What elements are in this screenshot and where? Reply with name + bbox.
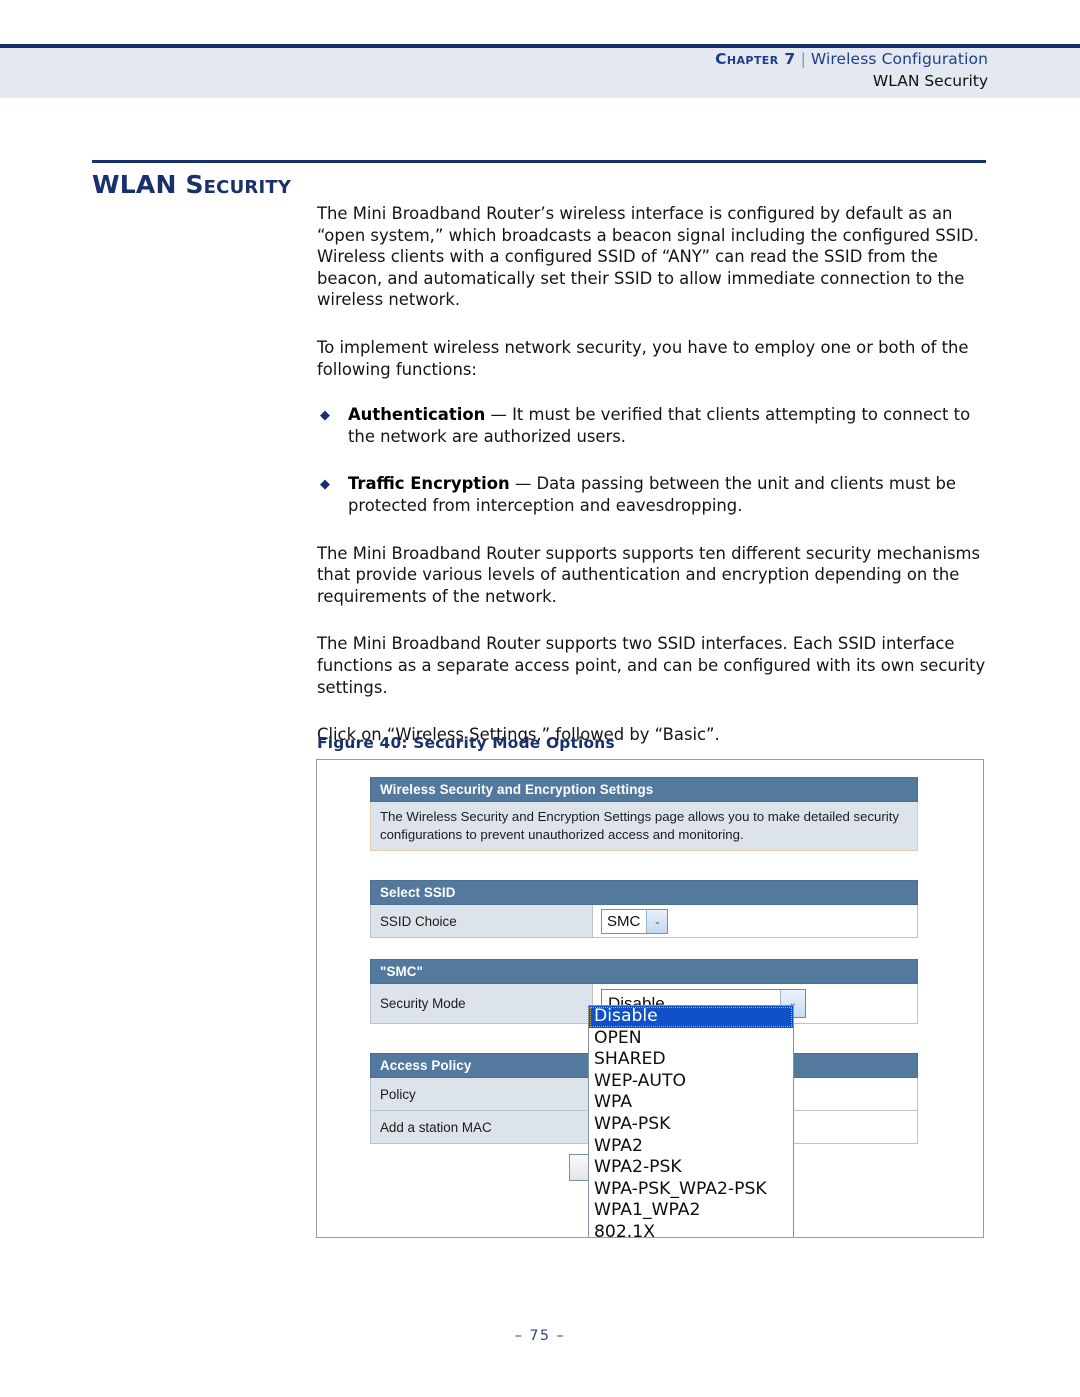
paragraph-1: The Mini Broadband Router’s wireless int… xyxy=(317,204,979,310)
ssid-choice-label: SSID Choice xyxy=(370,905,593,938)
dropdown-option[interactable]: WEP-AUTO xyxy=(589,1071,793,1093)
figure-frame: Wireless Security and Encryption Setting… xyxy=(316,759,984,1238)
section-title-rule xyxy=(92,160,986,163)
dropdown-option[interactable]: WPA2-PSK xyxy=(589,1157,793,1179)
smc-section-bar: "SMC" xyxy=(370,959,918,984)
ssid-choice-selected-value: SMC xyxy=(607,912,641,930)
figure-caption: Figure 40: Security Mode Options xyxy=(317,734,615,752)
diamond-bullet-icon: ◆ xyxy=(320,408,330,424)
ssid-choice-select[interactable]: SMC ⌄ xyxy=(601,908,669,934)
bullet-item-traffic-encryption: ◆ Traffic Encryption — Data passing betwe… xyxy=(317,473,989,516)
add-station-mac-label: Add a station MAC xyxy=(370,1111,593,1144)
bullet-term-traffic-encryption: Traffic Encryption xyxy=(348,474,510,494)
select-ssid-bar: Select SSID xyxy=(370,880,918,905)
page-title: WLAN Security xyxy=(92,170,292,199)
dropdown-option[interactable]: WPA1_WPA2 xyxy=(589,1200,793,1222)
bullet-item-authentication: ◆ Authentication — It must be verified th… xyxy=(317,404,989,447)
header-chapter-label: Chapter 7 xyxy=(715,50,796,68)
chevron-down-icon[interactable]: ⌄ xyxy=(646,909,668,933)
bullet-term-authentication: Authentication xyxy=(348,405,486,425)
ssid-choice-row: SSID Choice SMC ⌄ xyxy=(370,905,918,938)
dropdown-option[interactable]: WPA-PSK_WPA2-PSK xyxy=(589,1179,793,1201)
dropdown-option[interactable]: Disable xyxy=(589,1006,793,1028)
security-mode-label: Security Mode xyxy=(370,984,593,1024)
panel-title-bar: Wireless Security and Encryption Setting… xyxy=(370,777,918,802)
dropdown-option[interactable]: WPA-PSK xyxy=(589,1114,793,1136)
header-subsection-label: WLAN Security xyxy=(872,72,988,90)
dropdown-option[interactable]: OPEN xyxy=(589,1028,793,1050)
dropdown-option[interactable]: WPA xyxy=(589,1092,793,1114)
panel-description: The Wireless Security and Encryption Set… xyxy=(370,802,918,851)
page-header: Chapter 7 | Wireless Configuration WLAN Se… xyxy=(0,48,1080,92)
header-section-label: Wireless Configuration xyxy=(810,50,988,68)
dropdown-option[interactable]: WPA2 xyxy=(589,1136,793,1158)
dropdown-option[interactable]: SHARED xyxy=(589,1049,793,1071)
page-number: – 75 – xyxy=(514,1328,566,1344)
header-breadcrumb: Chapter 7 | Wireless Configuration xyxy=(0,48,988,70)
policy-label: Policy xyxy=(370,1078,593,1111)
security-mode-dropdown-list[interactable]: Disable OPEN SHARED WEP-AUTO WPA WPA-PSK WPA2 W… xyxy=(588,1005,794,1237)
paragraph-4: The Mini Broadband Router supports two S… xyxy=(317,634,986,697)
body-column: The Mini Broadband Router’s wireless int… xyxy=(317,203,989,772)
ssid-choice-value-cell: SMC ⌄ xyxy=(593,905,918,938)
diamond-bullet-icon: ◆ xyxy=(320,477,330,493)
dropdown-option[interactable]: 802.1X xyxy=(589,1222,793,1237)
header-separator: | xyxy=(800,50,806,68)
paragraph-2: To implement wireless network security, … xyxy=(317,337,969,379)
paragraph-3: The Mini Broadband Router supports suppo… xyxy=(317,543,981,606)
